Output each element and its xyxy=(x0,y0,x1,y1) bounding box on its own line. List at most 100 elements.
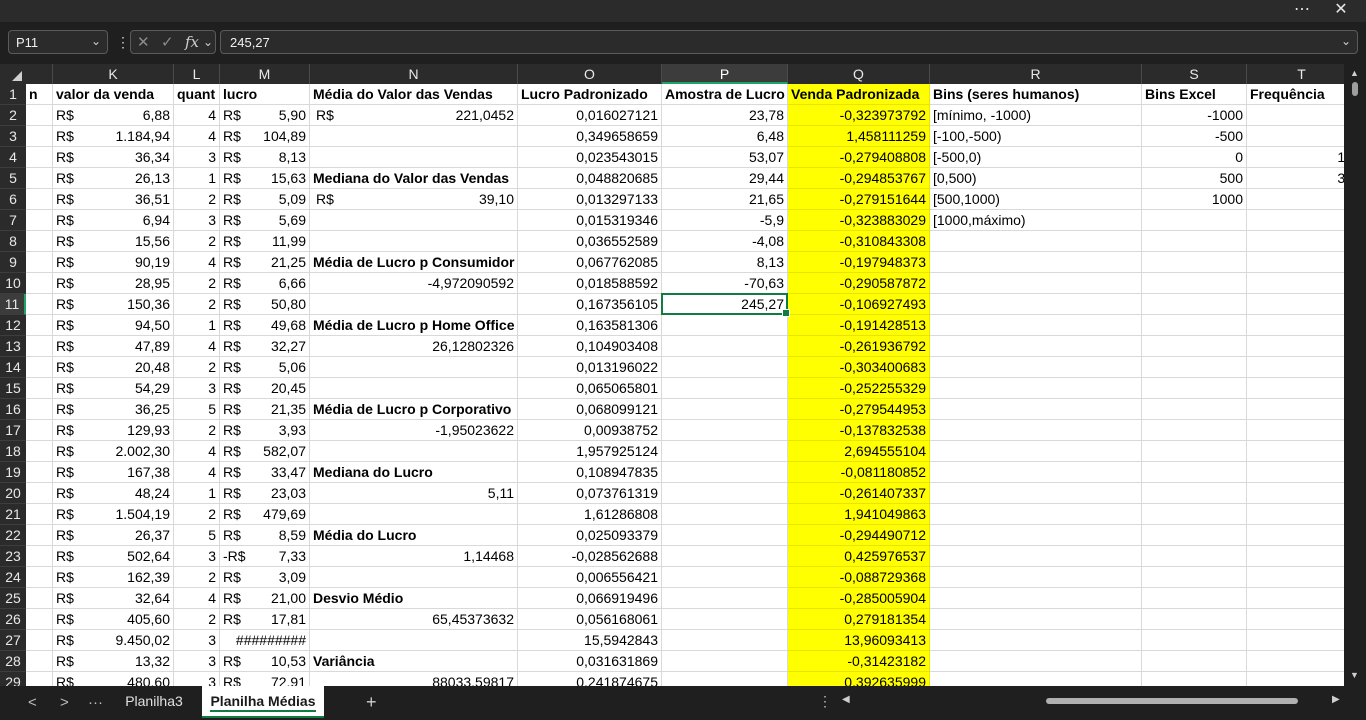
row-header-19[interactable]: 19 xyxy=(0,462,26,483)
row-header-11[interactable]: 11 xyxy=(0,294,26,315)
cell-m4[interactable]: R$ 8,13 xyxy=(220,147,310,168)
cell-j29[interactable] xyxy=(26,672,53,686)
row-header-29[interactable]: 29 xyxy=(0,672,26,686)
cell-s29[interactable] xyxy=(1142,672,1247,686)
cell-o26[interactable]: 0,056168061 xyxy=(518,609,662,630)
cell-l20[interactable]: 1 xyxy=(174,483,220,504)
more-sheets-icon[interactable]: ··· xyxy=(88,694,103,711)
row-header-28[interactable]: 28 xyxy=(0,651,26,672)
cell-o6[interactable]: 0,013297133 xyxy=(518,189,662,210)
cell-k26[interactable]: R$ 405,60 xyxy=(53,609,174,630)
cell-q14[interactable]: -0,303400683 xyxy=(788,357,930,378)
cell-t26[interactable] xyxy=(1247,609,1344,630)
cell-m1[interactable]: lucro xyxy=(220,84,310,105)
cell-o1[interactable]: Lucro Padronizado xyxy=(518,84,662,105)
cell-k16[interactable]: R$ 36,25 xyxy=(53,399,174,420)
cell-s22[interactable] xyxy=(1142,525,1247,546)
cell-t13[interactable] xyxy=(1247,336,1344,357)
cell-k15[interactable]: R$ 54,29 xyxy=(53,378,174,399)
cell-n23[interactable]: 1,14468 xyxy=(310,546,518,567)
cell-r6[interactable]: [500,1000) xyxy=(930,189,1142,210)
cell-q12[interactable]: -0,191428513 xyxy=(788,315,930,336)
cell-o17[interactable]: 0,00938752 xyxy=(518,420,662,441)
cell-t6[interactable] xyxy=(1247,189,1344,210)
cell-j17[interactable] xyxy=(26,420,53,441)
column-header-j[interactable] xyxy=(26,64,53,84)
cell-o12[interactable]: 0,163581306 xyxy=(518,315,662,336)
cell-l10[interactable]: 2 xyxy=(174,273,220,294)
cell-o25[interactable]: 0,066919496 xyxy=(518,588,662,609)
cell-t14[interactable] xyxy=(1247,357,1344,378)
cell-p3[interactable]: 6,48 xyxy=(662,126,788,147)
cell-k11[interactable]: R$ 150,36 xyxy=(53,294,174,315)
cell-r19[interactable] xyxy=(930,462,1142,483)
cell-s5[interactable]: 500 xyxy=(1142,168,1247,189)
cell-m24[interactable]: R$ 3,09 xyxy=(220,567,310,588)
cell-k2[interactable]: R$ 6,88 xyxy=(53,105,174,126)
cell-p7[interactable]: -5,9 xyxy=(662,210,788,231)
cell-q15[interactable]: -0,252255329 xyxy=(788,378,930,399)
cell-t24[interactable] xyxy=(1247,567,1344,588)
cell-r12[interactable] xyxy=(930,315,1142,336)
column-header-p[interactable]: P xyxy=(662,64,788,84)
cell-m3[interactable]: R$ 104,89 xyxy=(220,126,310,147)
cell-m11[interactable]: R$ 50,80 xyxy=(220,294,310,315)
cell-j20[interactable] xyxy=(26,483,53,504)
cell-r1[interactable]: Bins (seres humanos) xyxy=(930,84,1142,105)
cell-t4[interactable]: 18 xyxy=(1247,147,1344,168)
expand-formula-icon[interactable]: ⌄ xyxy=(1341,34,1351,48)
cell-o29[interactable]: 0,241874675 xyxy=(518,672,662,686)
cell-p4[interactable]: 53,07 xyxy=(662,147,788,168)
cell-s18[interactable] xyxy=(1142,441,1247,462)
row-header-26[interactable]: 26 xyxy=(0,609,26,630)
cell-o10[interactable]: 0,018588592 xyxy=(518,273,662,294)
cell-k8[interactable]: R$ 15,56 xyxy=(53,231,174,252)
cell-t28[interactable] xyxy=(1247,651,1344,672)
cell-q24[interactable]: -0,088729368 xyxy=(788,567,930,588)
cell-s25[interactable] xyxy=(1142,588,1247,609)
cell-m25[interactable]: R$ 21,00 xyxy=(220,588,310,609)
add-sheet-icon[interactable]: + xyxy=(366,692,377,713)
cell-t12[interactable] xyxy=(1247,315,1344,336)
cell-j7[interactable] xyxy=(26,210,53,231)
cell-l27[interactable]: 3 xyxy=(174,630,220,651)
cell-t22[interactable] xyxy=(1247,525,1344,546)
cell-o5[interactable]: 0,048820685 xyxy=(518,168,662,189)
cell-s19[interactable] xyxy=(1142,462,1247,483)
cell-q23[interactable]: 0,425976537 xyxy=(788,546,930,567)
cell-t10[interactable] xyxy=(1247,273,1344,294)
cell-r17[interactable] xyxy=(930,420,1142,441)
cell-k18[interactable]: R$ 2.002,30 xyxy=(53,441,174,462)
cell-q13[interactable]: -0,261936792 xyxy=(788,336,930,357)
cell-t2[interactable] xyxy=(1247,105,1344,126)
vertical-scroll-thumb[interactable] xyxy=(1352,82,1358,96)
cell-l5[interactable]: 1 xyxy=(174,168,220,189)
horizontal-scroll-thumb[interactable] xyxy=(1046,698,1298,704)
cell-p15[interactable] xyxy=(662,378,788,399)
cell-q26[interactable]: 0,279181354 xyxy=(788,609,930,630)
cell-r26[interactable] xyxy=(930,609,1142,630)
cell-t16[interactable] xyxy=(1247,399,1344,420)
cell-r22[interactable] xyxy=(930,525,1142,546)
cell-s7[interactable] xyxy=(1142,210,1247,231)
cell-q5[interactable]: -0,294853767 xyxy=(788,168,930,189)
cell-n6[interactable]: R$ 39,10 xyxy=(310,189,518,210)
row-header-20[interactable]: 20 xyxy=(0,483,26,504)
cell-p6[interactable]: 21,65 xyxy=(662,189,788,210)
row-header-1[interactable]: 1 xyxy=(0,84,26,105)
cell-k20[interactable]: R$ 48,24 xyxy=(53,483,174,504)
cell-j27[interactable] xyxy=(26,630,53,651)
column-header-q[interactable]: Q xyxy=(788,64,930,84)
cell-m28[interactable]: R$ 10,53 xyxy=(220,651,310,672)
vertical-scrollbar[interactable]: ▲ ▼ xyxy=(1344,64,1366,686)
cell-s28[interactable] xyxy=(1142,651,1247,672)
row-header-16[interactable]: 16 xyxy=(0,399,26,420)
cell-q19[interactable]: -0,081180852 xyxy=(788,462,930,483)
cell-j8[interactable] xyxy=(26,231,53,252)
tab-scroll-right-icon[interactable]: > xyxy=(60,694,69,711)
cell-t21[interactable] xyxy=(1247,504,1344,525)
tab-scroll-left-icon[interactable]: < xyxy=(28,694,37,711)
row-header-18[interactable]: 18 xyxy=(0,441,26,462)
cell-m9[interactable]: R$ 21,25 xyxy=(220,252,310,273)
cell-p26[interactable] xyxy=(662,609,788,630)
